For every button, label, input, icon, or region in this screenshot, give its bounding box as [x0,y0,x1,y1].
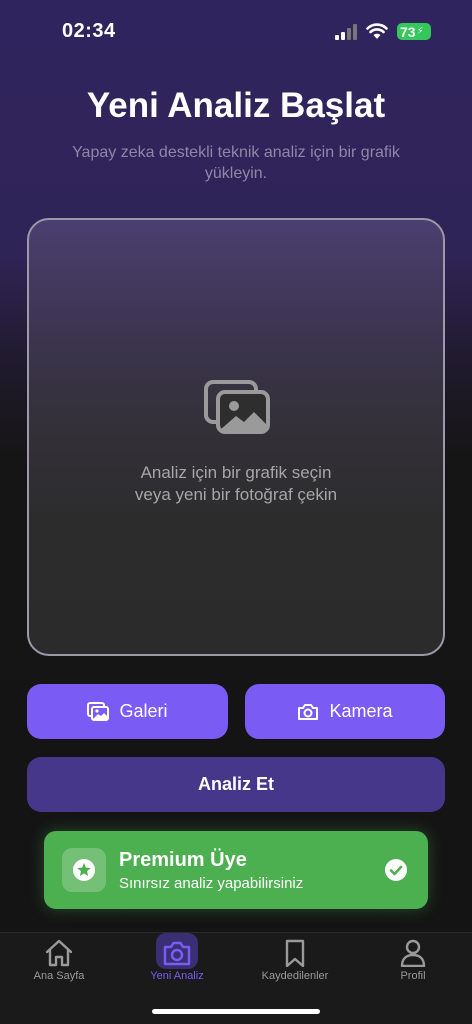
camera-button-label: Kamera [329,701,393,721]
page-subtitle: Yapay zeka destekli teknik analiz için b… [72,144,400,182]
tab-profile[interactable]: Profil [354,933,472,993]
camera-button[interactable]: Kamera [245,684,445,739]
tab-label-home: Ana Sayfa [33,970,85,982]
tab-new-analysis[interactable]: Yeni Analiz [118,933,236,993]
person-icon [400,939,426,967]
tab-saved[interactable]: Kaydedilenler [236,933,354,993]
camera-icon [298,703,319,720]
gallery-icon [87,701,110,721]
tab-label-saved: Kaydedilenler [261,970,329,982]
cellular-signal-icon [335,24,357,40]
battery-level: 73 [400,23,416,40]
bookmark-icon [285,939,305,967]
gallery-button[interactable]: Galeri [27,684,228,739]
premium-badge [62,848,106,892]
image-upload-area[interactable]: Analiz için bir grafik seçin veya yeni b… [27,218,445,656]
wifi-icon [366,23,388,39]
star-icon [73,859,95,881]
premium-title: Premium Üye [119,849,247,871]
status-time: 02:34 [62,20,116,42]
home-indicator [152,1009,320,1014]
analyze-button[interactable]: Analiz Et [27,757,445,812]
premium-subtitle: Sınırsız analiz yapabilirsiniz [119,875,304,892]
check-circle-icon [385,859,407,881]
status-bar: 02:34 73 ⚡ [0,0,472,60]
tab-label-profile: Profil [400,970,426,982]
upload-instruction-line-2: veya yeni bir fotoğraf çekin [134,485,338,504]
upload-instructions: Analiz için bir grafik seçin veya yeni b… [29,462,443,506]
camera-icon [163,941,191,966]
images-icon [204,380,270,434]
charging-icon: ⚡ [416,26,424,37]
upload-instruction-line-1: Analiz için bir grafik seçin [140,463,332,482]
tab-label-new-analysis: Yeni Analiz [150,970,204,982]
home-icon [45,939,73,967]
battery-indicator: 73 ⚡ [397,23,431,40]
gallery-button-label: Galeri [119,701,168,721]
tab-home[interactable]: Ana Sayfa [0,933,118,993]
premium-banner: Premium Üye Sınırsız analiz yapabilirsin… [44,831,428,909]
analyze-button-label: Analiz Et [197,774,274,794]
page-title: Yeni Analiz Başlat [86,86,386,125]
